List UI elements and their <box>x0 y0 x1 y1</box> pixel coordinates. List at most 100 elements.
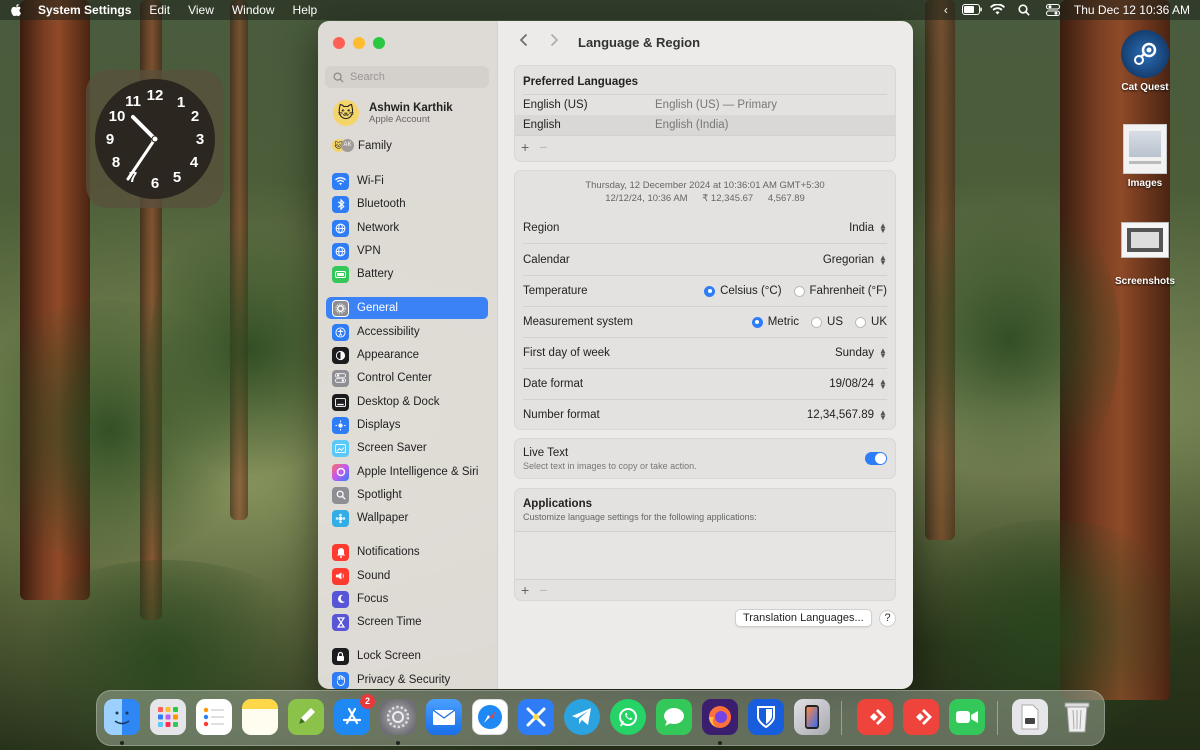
forward-button[interactable] <box>544 33 564 52</box>
desktop-icon-cat-quest[interactable]: Cat Quest <box>1105 30 1185 93</box>
sidebar-item-lock-screen[interactable]: Lock Screen <box>326 645 488 667</box>
remove-language-button[interactable]: − <box>539 139 547 155</box>
celsius-radio[interactable]: Celsius (°C) <box>704 285 782 297</box>
help-button[interactable]: ? <box>879 610 896 627</box>
language-row[interactable]: English English (India) <box>515 115 895 135</box>
anydesk-icon[interactable] <box>903 699 939 735</box>
fahrenheit-radio[interactable]: Fahrenheit (°F) <box>793 285 887 297</box>
search-input[interactable] <box>350 71 470 83</box>
toolbar: Language & Region <box>498 21 913 63</box>
translation-languages-button[interactable]: Translation Languages... <box>735 609 872 627</box>
search-icon[interactable] <box>1018 4 1032 16</box>
sidebar-item-sound[interactable]: Sound <box>326 565 488 587</box>
reminders-icon[interactable] <box>196 699 232 735</box>
live-text-toggle[interactable] <box>865 452 887 465</box>
menu-help[interactable]: Help <box>293 3 318 17</box>
temperature-label: Temperature <box>523 285 588 297</box>
sidebar-item-screen-time[interactable]: Screen Time <box>326 611 488 633</box>
menu-edit[interactable]: Edit <box>149 3 170 17</box>
wifi-icon[interactable] <box>989 3 1005 16</box>
sidebar-item-control-center[interactable]: Control Center <box>326 367 488 389</box>
pen-icon[interactable] <box>288 699 324 735</box>
close-button[interactable] <box>333 37 345 49</box>
sidebar-item-label: Lock Screen <box>357 650 421 662</box>
shield-icon[interactable] <box>748 699 784 735</box>
sidebar-item-label: Bluetooth <box>357 198 406 210</box>
remove-application-button[interactable]: − <box>539 582 547 598</box>
sidebar-item-apple-intelligence-siri[interactable]: Apple Intelligence & Siri <box>326 461 488 483</box>
search-field[interactable] <box>325 66 489 88</box>
app-store-icon[interactable]: 2 <box>334 694 375 735</box>
settings-gear-icon[interactable] <box>380 699 416 735</box>
menu-app-name[interactable]: System Settings <box>38 3 131 17</box>
whatsapp-icon[interactable] <box>610 699 646 735</box>
clock-widget[interactable]: 12 1 2 3 4 5 6 7 8 9 10 11 <box>86 70 224 208</box>
date-format-label: Date format <box>523 378 584 390</box>
number-format-select[interactable]: 12,34,567.89 ▲ ▼ <box>807 409 887 422</box>
region-select[interactable]: India ▲ ▼ <box>849 222 887 235</box>
firefox-icon[interactable] <box>702 699 738 735</box>
tools-icon[interactable] <box>518 699 554 735</box>
zoom-button[interactable] <box>373 37 385 49</box>
metric-radio[interactable]: Metric <box>751 316 799 328</box>
first-day-select[interactable]: Sunday ▲ ▼ <box>835 347 887 360</box>
safari-icon[interactable] <box>472 699 508 735</box>
apple-account[interactable]: 🐱 Ashwin Karthik Apple Account <box>333 100 453 126</box>
sidebar-item-family[interactable]: 🐱 AK Family <box>326 135 488 157</box>
chevron-left-icon[interactable]: ‹ <box>944 3 948 17</box>
sidebar-item-bluetooth[interactable]: Bluetooth <box>326 193 488 215</box>
uk-radio[interactable]: UK <box>855 316 887 328</box>
sidebar-item-screen-saver[interactable]: Screen Saver <box>326 437 488 459</box>
desktop-icon-screenshots[interactable]: Screenshots <box>1105 222 1185 287</box>
facetime-icon[interactable] <box>949 699 985 735</box>
add-application-button[interactable]: + <box>521 582 529 598</box>
language-row[interactable]: English (US) English (US) — Primary <box>515 95 895 115</box>
sidebar-item-privacy-security[interactable]: Privacy & Security <box>326 669 488 689</box>
date-format-select[interactable]: 19/08/24 ▲ ▼ <box>829 378 887 391</box>
number-format-label: Number format <box>523 409 600 421</box>
apple-logo-icon[interactable] <box>10 3 22 17</box>
sidebar-item-vpn[interactable]: VPN <box>326 240 488 262</box>
phone-icon[interactable] <box>794 699 830 735</box>
steam-icon <box>1121 30 1169 78</box>
finder-icon[interactable] <box>104 699 140 735</box>
sidebar-item-notifications[interactable]: Notifications <box>326 541 488 563</box>
sidebar-item-appearance[interactable]: Appearance <box>326 344 488 366</box>
sidebar-item-label: Screen Saver <box>357 442 427 454</box>
control-center-icon[interactable] <box>1045 4 1060 16</box>
desktop-icon-images[interactable]: Images <box>1105 124 1185 189</box>
sidebar-item-displays[interactable]: Displays <box>326 414 488 436</box>
document-icon[interactable] <box>1012 699 1048 735</box>
sidebar-item-network[interactable]: Network <box>326 217 488 239</box>
add-language-button[interactable]: + <box>521 139 529 155</box>
sidebar-item-label: Battery <box>357 268 394 280</box>
sidebar-item-accessibility[interactable]: Accessibility <box>326 321 488 343</box>
battery-icon[interactable] <box>961 4 982 16</box>
messages-icon[interactable] <box>656 699 692 735</box>
sidebar-item-wallpaper[interactable]: Wallpaper <box>326 507 488 529</box>
sidebar-item-battery[interactable]: Battery <box>326 263 488 285</box>
trash-icon[interactable] <box>1059 699 1095 735</box>
mail-icon[interactable] <box>426 699 462 735</box>
applications-card: Applications Customize language settings… <box>514 488 896 601</box>
dock-separator <box>841 701 842 735</box>
sidebar-item-spotlight[interactable]: Spotlight <box>326 484 488 506</box>
sidebar-item-wifi[interactable]: Wi-Fi <box>326 170 488 192</box>
dock-icon <box>332 393 349 411</box>
anydesk-icon[interactable] <box>857 699 893 735</box>
sidebar-item-focus[interactable]: Focus <box>326 588 488 610</box>
telegram-icon[interactable] <box>564 699 600 735</box>
back-button[interactable] <box>514 33 534 52</box>
notes-icon[interactable] <box>242 699 278 735</box>
launchpad-icon[interactable] <box>150 699 186 735</box>
minimize-button[interactable] <box>353 37 365 49</box>
menu-view[interactable]: View <box>188 3 214 17</box>
sidebar-item-desktop-dock[interactable]: Desktop & Dock <box>326 391 488 413</box>
sidebar-item-general[interactable]: General <box>326 297 488 319</box>
calendar-select[interactable]: Gregorian ▲ ▼ <box>823 253 887 266</box>
us-radio[interactable]: US <box>811 316 843 328</box>
calendar-label: Calendar <box>523 253 570 266</box>
menubar-datetime[interactable]: Thu Dec 12 10:36 AM <box>1074 3 1190 17</box>
menu-window[interactable]: Window <box>232 3 275 17</box>
applications-title: Applications <box>523 498 593 510</box>
